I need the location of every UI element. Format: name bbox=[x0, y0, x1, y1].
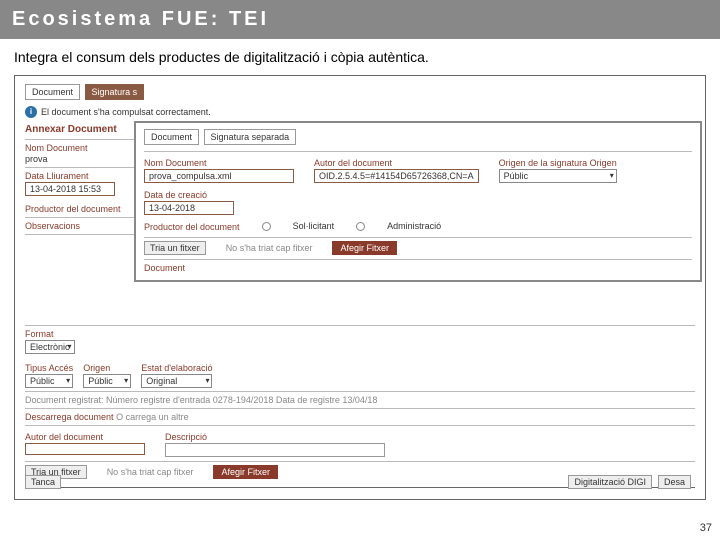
tanca-button[interactable]: Tanca bbox=[25, 475, 61, 489]
main-tabs: Document Signatura s bbox=[25, 84, 695, 100]
overlay-dialog: Document Signatura separada Nom Document… bbox=[135, 122, 701, 281]
tria-fitxer-button[interactable]: Tria un fitxer bbox=[144, 241, 206, 255]
afegir-fitxer-button[interactable]: Afegir Fitxer bbox=[332, 241, 397, 255]
overlay-origen-label: Origen de la signatura Origen bbox=[499, 158, 617, 168]
tab-document[interactable]: Document bbox=[25, 84, 80, 100]
info-message: i El document s'ha compulsat correctamen… bbox=[25, 106, 695, 118]
overlay-data-value[interactable]: 13-04-2018 bbox=[144, 201, 234, 215]
data-lliurament-value[interactable]: 13-04-2018 15:53 bbox=[25, 182, 115, 196]
overlay-data-label: Data de creació bbox=[144, 190, 234, 200]
registre-text: Document registrat: Número registre d'en… bbox=[25, 395, 695, 405]
tipus-acces-label: Tipus Accés bbox=[25, 363, 73, 373]
format-label: Format bbox=[25, 329, 695, 339]
desa-button[interactable]: Desa bbox=[658, 475, 691, 489]
format-select[interactable]: Electrònic bbox=[25, 340, 75, 354]
tab-signatura[interactable]: Signatura s bbox=[85, 84, 145, 100]
overlay-nom-label: Nom Document bbox=[144, 158, 294, 168]
autor2-input[interactable] bbox=[25, 443, 145, 455]
info-text: El document s'ha compulsat correctament. bbox=[41, 107, 211, 117]
overlay-origen-select[interactable]: Públic bbox=[499, 169, 617, 183]
no-triat-text: No s'ha triat cap fitxer bbox=[226, 243, 313, 253]
radio-sollicitant[interactable] bbox=[262, 222, 271, 231]
digitalitzacio-button[interactable]: Digitalització DIGI bbox=[568, 475, 652, 489]
page-subtitle: Integra el consum dels productes de digi… bbox=[0, 39, 720, 75]
radio-sollicitant-label: Sol·licitant bbox=[293, 221, 335, 231]
estat-label: Estat d'elaboració bbox=[141, 363, 212, 373]
overlay-autor-label: Autor del document bbox=[314, 158, 479, 168]
descripcio-input[interactable] bbox=[165, 443, 385, 457]
overlay-tab-signatura[interactable]: Signatura separada bbox=[204, 129, 297, 145]
ocarrega-text: O carrega un altre bbox=[116, 412, 189, 422]
overlay-autor-value[interactable]: OID.2.5.4.5=#14154D65726368,CN=A bbox=[314, 169, 479, 183]
radio-administracio[interactable] bbox=[356, 222, 365, 231]
tipus-acces-select[interactable]: Públic bbox=[25, 374, 73, 388]
overlay-doc-label: Document bbox=[144, 263, 692, 273]
no-triat-text-2: No s'ha triat cap fitxer bbox=[107, 467, 194, 477]
info-icon: i bbox=[25, 106, 37, 118]
descripcio-label: Descripció bbox=[165, 432, 385, 442]
page-title: Ecosistema FUE: TEI bbox=[0, 0, 720, 39]
origen-label: Origen bbox=[83, 363, 131, 373]
descarrega-link[interactable]: Descarrega document bbox=[25, 412, 114, 422]
origen-select[interactable]: Públic bbox=[83, 374, 131, 388]
overlay-prod-label: Productor del document bbox=[144, 222, 240, 232]
radio-administracio-label: Administració bbox=[387, 221, 441, 231]
main-panel: Document Signatura s i El document s'ha … bbox=[14, 75, 706, 500]
overlay-nom-value[interactable]: prova_compulsa.xml bbox=[144, 169, 294, 183]
overlay-tab-document[interactable]: Document bbox=[144, 129, 199, 145]
afegir-fitxer-button-2[interactable]: Afegir Fitxer bbox=[213, 465, 278, 479]
estat-select[interactable]: Original bbox=[141, 374, 212, 388]
page-number: 37 bbox=[700, 522, 712, 534]
autor2-label: Autor del document bbox=[25, 432, 145, 442]
